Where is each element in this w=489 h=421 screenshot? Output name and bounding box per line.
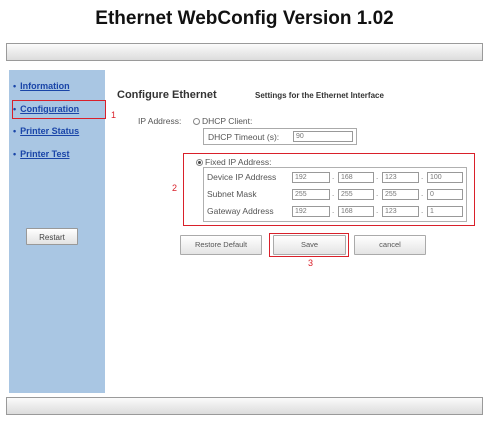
annotation-box-fixed-ip [183, 153, 475, 226]
dhcp-client-option[interactable]: DHCP Client: [193, 116, 252, 126]
bottom-bar [6, 397, 483, 415]
dhcp-timeout-input[interactable]: 90 [293, 131, 353, 142]
bullet-icon: • [13, 81, 17, 91]
ip-address-label: IP Address: [138, 116, 182, 126]
sidebar-item-printer-test[interactable]: • Printer Test [13, 149, 70, 159]
sidebar-item-printer-status[interactable]: • Printer Status [13, 126, 79, 136]
bullet-icon: • [13, 149, 17, 159]
annotation-box-configuration [12, 100, 106, 119]
annotation-marker-3: 3 [308, 258, 314, 268]
configure-title: Configure Ethernet [117, 89, 217, 101]
configure-subtitle: Settings for the Ethernet Interface [255, 91, 384, 100]
page-title: Ethernet WebConfig Version 1.02 [95, 8, 394, 29]
dhcp-radio[interactable] [193, 118, 200, 126]
restore-default-button[interactable]: Restore Default [180, 235, 262, 255]
dhcp-client-label: DHCP Client: [202, 116, 253, 126]
dhcp-timeout-label: DHCP Timeout (s): [208, 132, 280, 142]
top-bar [6, 43, 483, 61]
sidebar-item-label: Information [20, 81, 70, 91]
sidebar-item-information[interactable]: • Information [13, 81, 70, 91]
bullet-icon: • [13, 126, 17, 136]
annotation-marker-2: 2 [172, 183, 178, 193]
annotation-marker-1: 1 [111, 110, 117, 120]
restart-button[interactable]: Restart [26, 228, 78, 245]
cancel-button[interactable]: cancel [354, 235, 426, 255]
sidebar-item-label: Printer Status [20, 126, 80, 136]
sidebar-item-label: Printer Test [20, 149, 70, 159]
annotation-box-save [269, 233, 349, 257]
